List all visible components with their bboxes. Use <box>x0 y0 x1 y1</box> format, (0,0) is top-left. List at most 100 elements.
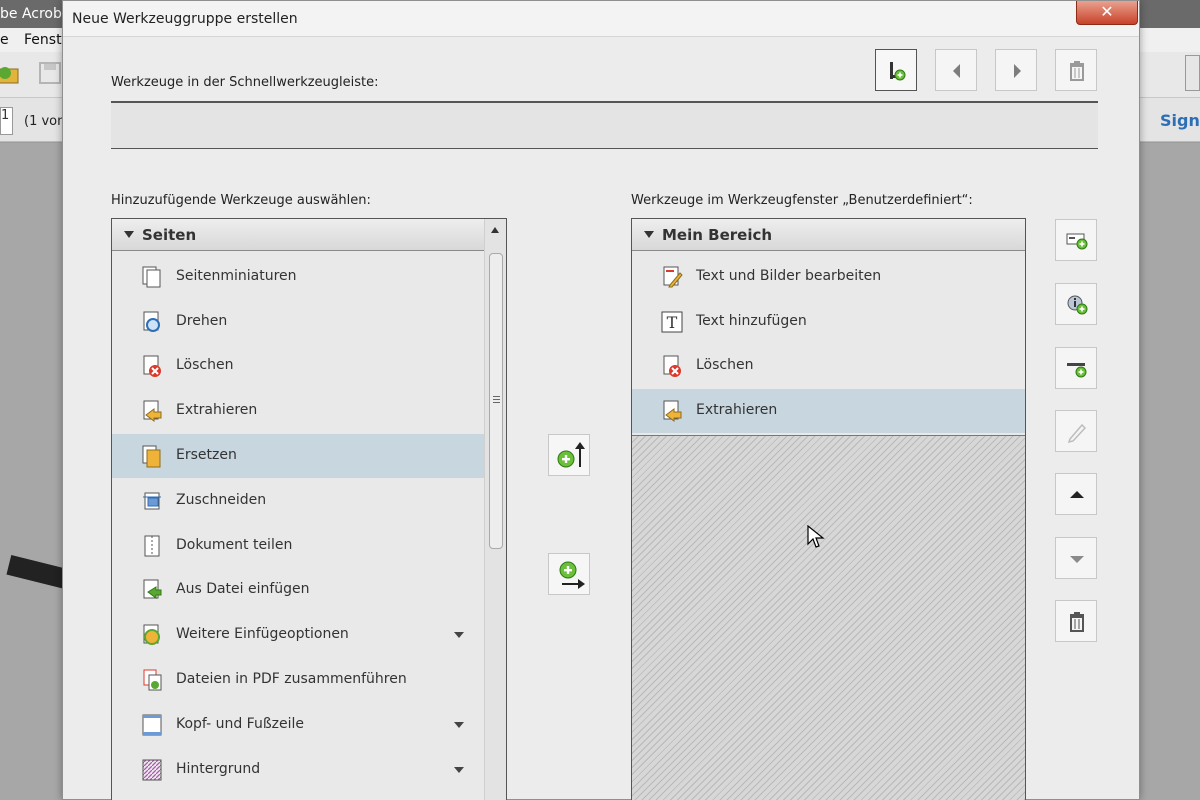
insert-from-file-icon <box>143 579 162 599</box>
pencil-icon <box>1067 423 1087 444</box>
custom-item-add-text[interactable]: T Text hinzufügen <box>632 300 1025 344</box>
section-header-pages[interactable]: Seiten <box>112 219 484 251</box>
grip-line <box>493 396 500 397</box>
add-panel-button[interactable] <box>1055 219 1097 261</box>
tool-item-label: Extrahieren <box>696 402 778 418</box>
tool-item-page-thumbnails[interactable]: Seitenminiaturen <box>112 255 484 299</box>
add-instruction-button[interactable] <box>1055 283 1097 325</box>
grip-line <box>493 402 500 403</box>
scroll-up-icon[interactable] <box>491 227 499 233</box>
add-divider-button[interactable] <box>875 49 917 91</box>
dropdown-arrow-icon[interactable] <box>454 767 464 773</box>
tool-item-split-document[interactable]: Dokument teilen <box>112 524 484 568</box>
more-insert-icon <box>143 624 160 645</box>
tool-item-label: Drehen <box>176 313 228 329</box>
section-header-my-area[interactable]: Mein Bereich <box>632 219 1025 251</box>
tool-item-rotate[interactable]: Drehen <box>112 300 484 344</box>
tool-item-label: Dateien in PDF zusammenführen <box>176 671 407 687</box>
tool-item-more-insert-options[interactable]: Weitere Einfügeoptionen <box>112 613 484 657</box>
list-scrollbar[interactable] <box>484 219 506 800</box>
trash-icon <box>1070 612 1084 632</box>
move-left-button[interactable] <box>935 49 977 91</box>
extract-icon <box>143 400 162 422</box>
close-button[interactable]: ✕ <box>1076 1 1138 25</box>
move-right-button[interactable] <box>995 49 1037 91</box>
arrow-right-icon <box>1014 64 1021 78</box>
arrow-up-icon <box>1070 491 1084 498</box>
tool-item-label: Hintergrund <box>176 761 261 777</box>
delete-item-button[interactable] <box>1055 600 1097 642</box>
available-tools-list: Seiten Seitenminiaturen Drehen Löschen E… <box>111 218 507 800</box>
bg-page-count: (1 von <box>24 114 66 129</box>
custom-item-extract[interactable]: Extrahieren <box>632 389 1025 433</box>
quick-tools-label: Werkzeuge in der Schnellwerkzeugleiste: <box>111 75 379 90</box>
merge-files-icon <box>143 669 162 691</box>
tool-item-label: Seitenminiaturen <box>176 268 297 284</box>
dropdown-arrow-icon[interactable] <box>454 632 464 638</box>
svg-text:T: T <box>667 313 678 332</box>
tool-item-label: Zuschneiden <box>176 492 267 508</box>
tool-item-replace[interactable]: Ersetzen <box>112 434 484 478</box>
section-header-label: Seiten <box>142 226 197 244</box>
add-text-icon: T <box>661 311 683 333</box>
add-separator-button[interactable] <box>1055 347 1097 389</box>
edit-item-button[interactable] <box>1055 410 1097 452</box>
tool-item-crop[interactable]: Zuschneiden <box>112 479 484 523</box>
tool-item-label: Ersetzen <box>176 447 237 463</box>
tool-item-extract[interactable]: Extrahieren <box>112 389 484 433</box>
split-document-icon <box>144 535 160 557</box>
add-info-icon <box>1067 295 1088 315</box>
grip-line <box>493 399 500 400</box>
tool-item-header-footer[interactable]: Kopf- und Fußzeile <box>112 703 484 747</box>
tool-item-merge-files[interactable]: Dateien in PDF zusammenführen <box>112 658 484 702</box>
bg-menu-item-edit[interactable]: e <box>0 32 9 48</box>
tool-item-label: Kopf- und Fußzeile <box>176 716 305 732</box>
custom-item-delete[interactable]: Löschen <box>632 344 1025 388</box>
pages-thumbnail-icon <box>142 266 161 288</box>
tool-item-label: Löschen <box>176 357 234 373</box>
tool-item-label: Löschen <box>696 357 754 373</box>
tool-item-label: Dokument teilen <box>176 537 293 553</box>
delete-page-icon <box>663 355 681 377</box>
trash-icon <box>1070 61 1084 81</box>
dropdown-arrow-icon[interactable] <box>454 722 464 728</box>
tool-window-label: Werkzeuge im Werkzeugfenster „Benutzerde… <box>631 193 973 208</box>
bg-page-number-field[interactable]: 1 <box>0 107 13 135</box>
replace-icon <box>142 445 161 468</box>
tool-item-label: Text hinzufügen <box>696 313 807 329</box>
add-divider-icon <box>890 62 906 81</box>
scrollbar-thumb[interactable] <box>489 253 503 549</box>
tool-item-label: Weitere Einfügeoptionen <box>176 626 349 642</box>
edit-text-images-icon <box>663 266 683 288</box>
tool-item-delete[interactable]: Löschen <box>112 344 484 388</box>
background-icon <box>142 759 162 781</box>
tool-item-background[interactable]: Hintergrund <box>112 748 484 792</box>
tool-item-label: Extrahieren <box>176 402 258 418</box>
header-footer-icon <box>142 714 162 736</box>
add-separator-icon <box>1067 363 1087 378</box>
add-right-arrow-icon <box>559 561 585 589</box>
select-tools-label: Hinzuzufügende Werkzeuge auswählen: <box>111 193 371 208</box>
tool-item-insert-from-file[interactable]: Aus Datei einfügen <box>112 568 484 612</box>
quick-tools-bar[interactable] <box>111 101 1098 149</box>
delete-page-icon <box>143 355 161 377</box>
add-up-arrow-icon <box>557 442 585 468</box>
extract-icon <box>663 400 682 422</box>
delete-quick-tool-button[interactable] <box>1055 49 1097 91</box>
collapse-triangle-icon <box>124 231 134 238</box>
tool-item-label: Aus Datei einfügen <box>176 581 310 597</box>
bg-side-button[interactable] <box>1185 55 1200 91</box>
open-folder-icon[interactable] <box>0 61 20 85</box>
custom-item-edit-text-images[interactable]: Text und Bilder bearbeiten <box>632 255 1025 299</box>
add-to-quick-tools-button[interactable] <box>548 434 590 476</box>
arrow-left-icon <box>953 64 960 78</box>
bg-sign-link[interactable]: Signi <box>1160 111 1200 130</box>
add-to-tool-window-button[interactable] <box>548 553 590 595</box>
move-up-button[interactable] <box>1055 473 1097 515</box>
move-down-button[interactable] <box>1055 537 1097 579</box>
collapse-triangle-icon <box>644 231 654 238</box>
save-icon[interactable] <box>38 61 62 85</box>
custom-tools-list: Mein Bereich Text und Bilder bearbeiten … <box>631 218 1026 800</box>
empty-drop-area[interactable] <box>632 435 1025 800</box>
create-tool-group-dialog: Neue Werkzeuggruppe erstellen ✕ Werkzeug… <box>62 0 1140 800</box>
